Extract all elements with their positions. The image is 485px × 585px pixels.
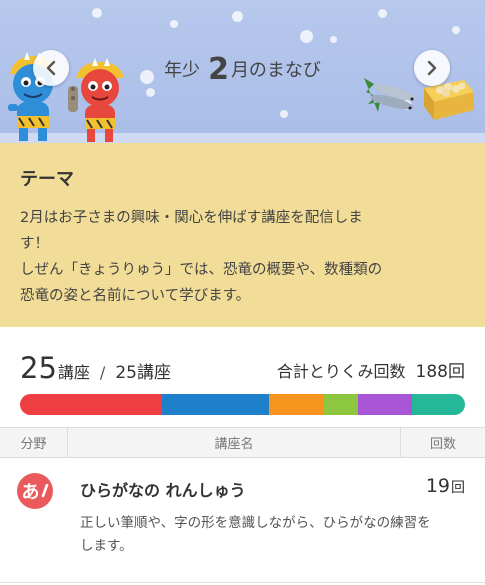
course-row[interactable]: あ ひらがなの れんしゅう 19回 正しい筆順や、字の形を意識しながら、ひらがな… [0,458,485,583]
progress-segment [20,394,163,415]
progress-segment [411,394,465,415]
snow-dot [330,36,337,43]
count-row: 25 講座 / 25講座 合計とりくみ回数 188回 [20,347,465,385]
theme-line: 2月はお子さまの興味・関心を伸ばす講座を配信しま [20,210,363,226]
prev-month-button[interactable] [33,50,69,86]
progress-segment [358,394,412,415]
progress-segment [162,394,270,415]
course-desc-line: 正しい筆順や、字の形を意識しながら、ひらがなの練習を [80,515,431,531]
snow-dot [280,110,288,118]
snow-dot [300,30,313,43]
progress-segment [322,394,359,415]
count-separator: / [99,363,106,382]
month-banner: 年少 2 月のまなび [0,0,485,143]
grade-label: 年少 [164,60,201,81]
snow-dot [170,20,178,28]
completed-unit: 講座 [57,363,90,382]
total-courses: 25講座 [115,363,171,383]
course-desc-line: します。 [80,538,133,554]
theme-section: テーマ 2月はお子さまの興味・関心を伸ばす講座を配信しま す！ しぜん「きょうり… [0,143,485,327]
month-suffix: 月のまなび [230,60,321,81]
snow-dot [92,8,102,18]
header-field: 分野 [0,428,68,457]
course-count: 25 講座 / 25講座 [20,351,171,385]
sardine-holly-icon [364,78,415,112]
total-attempts-label: 合計とりくみ回数 [276,362,406,381]
course-title: ひらがなの れんしゅう [80,481,246,500]
hiragana-pencil-icon: あ [17,473,53,509]
snow-dot [232,11,243,22]
total-attempts-value: 188回 [415,362,465,382]
pencil-mark-icon [41,484,48,498]
course-count-value: 19回 [426,475,465,497]
progress-summary: 25 講座 / 25講座 合計とりくみ回数 188回 [0,327,485,427]
course-table-header: 分野 講座名 回数 [0,427,485,458]
chevron-right-icon [427,60,437,76]
snow-dot [378,9,387,18]
snow-dot [146,88,155,97]
month-number: 2 [208,52,229,87]
course-count-unit: 回 [451,480,465,496]
snow-dot [452,26,460,34]
completed-count: 25 [20,351,57,385]
icon-letter: あ [21,482,40,503]
course-description: 正しい筆順や、字の形を意識しながら、ひらがなの練習を します。 [80,512,465,558]
chevron-left-icon [46,60,56,76]
header-count: 回数 [429,437,456,452]
theme-line: す！ [20,236,49,252]
next-month-button[interactable] [414,50,450,86]
progress-segment [269,394,323,415]
category-progress-bar [20,394,465,415]
theme-heading: テーマ [20,169,74,190]
theme-body: 2月はお子さまの興味・関心を伸ばす講座を配信しま す！ しぜん「きょうりゅう」で… [20,205,465,309]
theme-line: しぜん「きょうりゅう」では、恐竜の概要や、数種類の [20,262,383,278]
theme-line: 恐竜の姿と名前について学びます。 [20,288,251,304]
total-attempts: 合計とりくみ回数 188回 [277,357,465,385]
course-count-number: 19 [425,475,450,497]
header-course-name: 講座名 [68,428,401,457]
